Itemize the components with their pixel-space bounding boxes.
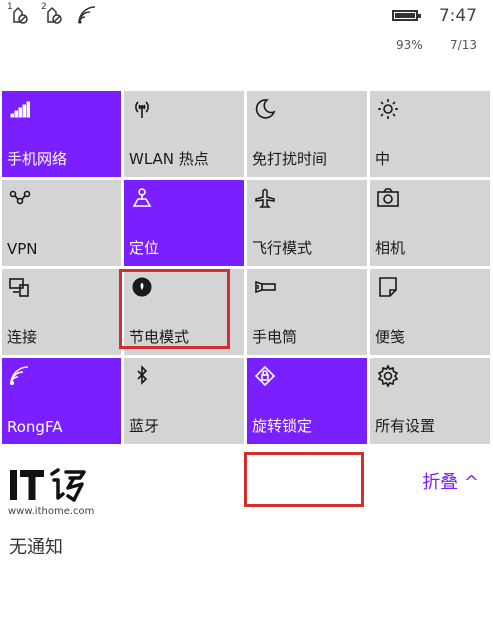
rotation-lock-icon (253, 364, 277, 388)
brightness-icon (376, 97, 400, 121)
tile-label: 飞行模式 (252, 239, 313, 257)
tile-label: 中 (375, 150, 391, 168)
settings-gear-icon (376, 364, 400, 388)
note-icon (376, 275, 400, 299)
sim1-label: 1 (7, 2, 13, 12)
cellular-signal-icon (8, 97, 32, 121)
tile-rotation-lock[interactable]: 旋转锁定 (247, 358, 367, 444)
moon-icon (253, 97, 277, 121)
flashlight-icon (253, 275, 277, 299)
wifi-icon (8, 364, 32, 388)
tile-airplane[interactable]: 飞行模式 (247, 180, 367, 266)
tile-label: 手机网络 (7, 150, 68, 168)
collapse-button[interactable]: 折叠 ^ (422, 468, 479, 494)
tile-label: 免打扰时间 (252, 150, 328, 168)
tile-label: 旋转锁定 (252, 417, 313, 435)
tile-note[interactable]: 便笺 (370, 269, 490, 355)
tile-label: RongFA (7, 418, 63, 436)
tile-label: 定位 (129, 239, 160, 257)
tile-cellular-signal[interactable]: 手机网络 (2, 91, 121, 177)
vpn-icon (8, 186, 32, 210)
date: 7/13 (450, 38, 477, 52)
tile-wifi-hotspot[interactable]: WLAN 热点 (124, 91, 244, 177)
sim2-label: 2 (41, 2, 47, 12)
tile-bluetooth[interactable]: 蓝牙 (124, 358, 244, 444)
quick-actions-grid: 手机网络 WLAN 热点 免打扰时间中 VPN 定位 飞行模式 相机 连接 节电模式 手电筒 便笺 R… (0, 91, 493, 444)
tile-wifi[interactable]: RongFA (2, 358, 121, 444)
battery-icon (392, 10, 421, 21)
sim2-signal-icon: 2 (41, 2, 64, 26)
tile-location[interactable]: 定位 (124, 180, 244, 266)
ithome-logo (8, 466, 90, 506)
location-icon (130, 186, 154, 210)
tile-label: 连接 (7, 328, 38, 346)
tile-label: 便笺 (375, 328, 406, 346)
tile-brightness[interactable]: 中 (370, 91, 490, 177)
tile-label: 蓝牙 (129, 417, 160, 435)
tile-moon[interactable]: 免打扰时间 (247, 91, 367, 177)
tile-label: WLAN 热点 (129, 150, 209, 168)
status-bar: 1 2 7:47 93% 7/13 (0, 0, 493, 60)
tile-label: 手电筒 (252, 328, 298, 346)
tile-flashlight[interactable]: 手电筒 (247, 269, 367, 355)
tile-camera[interactable]: 相机 (370, 180, 490, 266)
wifi-hotspot-icon (130, 97, 154, 121)
clock-time: 7:47 (438, 6, 477, 26)
highlight-box-empty (244, 452, 364, 507)
battery-percent: 93% (396, 38, 423, 52)
bluetooth-icon (130, 364, 154, 388)
no-notifications-text: 无通知 (9, 537, 63, 558)
camera-icon (376, 186, 400, 210)
tile-label: VPN (7, 240, 38, 258)
wifi-status-icon (76, 4, 98, 26)
tile-label: 相机 (375, 239, 406, 257)
tile-vpn[interactable]: VPN (2, 180, 121, 266)
tile-connect[interactable]: 连接 (2, 269, 121, 355)
sim1-signal-icon: 1 (7, 2, 30, 26)
tile-label: 所有设置 (375, 417, 436, 435)
tile-settings-gear[interactable]: 所有设置 (370, 358, 490, 444)
connect-icon (8, 275, 32, 299)
highlight-box-battery-saver (119, 269, 230, 349)
watermark-url: www.ithome.com (8, 506, 95, 517)
airplane-icon (253, 186, 277, 210)
